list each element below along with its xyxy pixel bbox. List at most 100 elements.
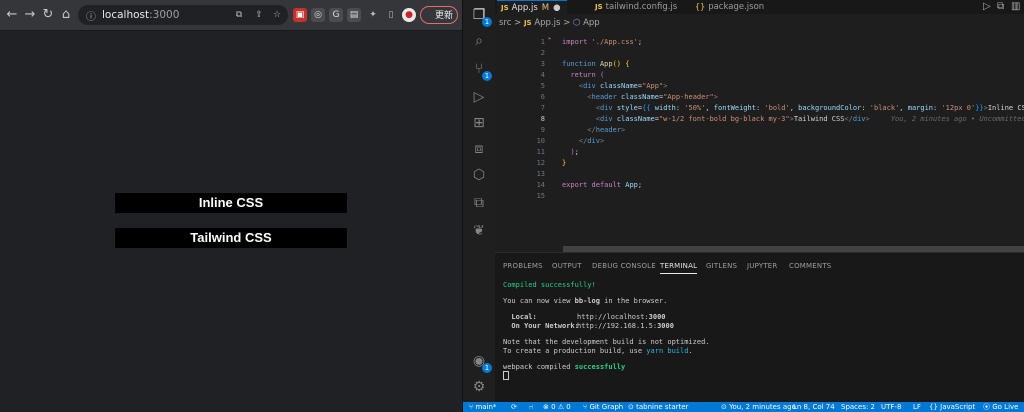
accounts-icon[interactable]: ◉ 1	[470, 352, 492, 373]
translate-icon[interactable]: ⧉	[232, 8, 246, 22]
extension-g-icon[interactable]: G	[329, 8, 343, 22]
tab-app-js[interactable]: JS App.js M ●	[497, 0, 567, 14]
line-number: 4	[540, 71, 545, 79]
browser-toolbar: ← → ↻ ⌂ ⓘ localhost:3000 ⧉ ⇪ ☆ ▣ ◎ G ▤ ✦…	[0, 0, 462, 31]
remote-explorer-icon[interactable]: ⧈	[470, 140, 488, 158]
tab-label: App.js	[511, 3, 538, 13]
accounts-badge: 1	[482, 363, 492, 373]
code-line: import './App.css';	[562, 38, 643, 46]
search-icon[interactable]: ⌕	[470, 32, 488, 50]
code-editor[interactable]: ▸ 1 2 3 4 5 6 7 8 9 10 11 12 13 14 15 im…	[495, 30, 1024, 252]
browser-window: ← → ↻ ⌂ ⓘ localhost:3000 ⧉ ⇪ ☆ ▣ ◎ G ▤ ✦…	[0, 0, 462, 412]
git-graph-status[interactable]: ⑂ Git Graph	[583, 402, 623, 412]
tabnine-status[interactable]: ⊙ tabnine starter	[628, 402, 688, 412]
tailwind-css-box: Tailwind CSS	[115, 228, 347, 248]
modified-badge: M	[541, 3, 550, 13]
update-button[interactable]: 更新 ⋮	[420, 6, 458, 24]
breadcrumb-folder[interactable]: src	[499, 18, 511, 28]
profile-avatar[interactable]: ●	[402, 8, 416, 22]
line-number: 8	[540, 115, 545, 123]
code-line: </header>	[587, 126, 626, 134]
terminal-line: Note that the development build is not o…	[503, 338, 710, 346]
js-file-icon: JS	[501, 4, 509, 12]
code-line: export default App;	[562, 181, 643, 189]
panel-tab-gitlens[interactable]: GITLENS	[706, 262, 737, 270]
run-debug-icon[interactable]: ▷	[470, 88, 488, 106]
extension-square-icon[interactable]: ▤	[347, 8, 361, 22]
extensions-icon[interactable]: ⊞	[470, 114, 488, 132]
code-line: );	[570, 148, 579, 156]
python-icon[interactable]: ⧉	[470, 194, 488, 212]
terminal-line: Local: http://localhost:3000	[503, 313, 666, 321]
problems-status[interactable]: ⊗ 0 ⚠ 0	[543, 402, 571, 412]
terminal-line: On Your Network: http://192.168.1.5:3000	[503, 322, 674, 330]
scm-badge: 1	[482, 71, 492, 81]
sync-icon[interactable]: ⟳	[511, 402, 517, 412]
extension-red-icon[interactable]: ▣	[293, 8, 307, 22]
page-viewport: Inline CSS Tailwind CSS	[0, 31, 462, 412]
settings-gear-icon[interactable]: ⚙	[470, 378, 488, 396]
line-number: 7	[540, 104, 545, 112]
share-icon[interactable]: ⇪	[252, 8, 266, 22]
tab-label: tailwind.config.js	[605, 2, 678, 12]
tab-package-json[interactable]: {} package.json	[695, 0, 764, 14]
live-share-icon[interactable]: ⑁	[529, 402, 533, 412]
go-live-button[interactable]: ⦿ Go Live	[983, 402, 1018, 412]
line-number: 5	[540, 82, 545, 90]
panel-tab-terminal[interactable]: TERMINAL	[660, 262, 698, 274]
language-mode[interactable]: {} JavaScript	[929, 402, 975, 412]
terminal-line: You can now view bb-log in the browser.	[503, 297, 668, 305]
line-ending[interactable]: LF	[913, 402, 921, 412]
code-line: function App() {	[562, 60, 630, 68]
site-info-icon[interactable]: ⓘ	[86, 8, 96, 23]
back-icon[interactable]: ←	[4, 7, 20, 23]
explorer-icon[interactable]: ❐ 1	[470, 6, 492, 27]
code-line: <div className="w-1/2 font-bold bg-black…	[562, 115, 1024, 123]
forward-icon[interactable]: →	[22, 7, 38, 23]
docker-icon[interactable]: ⬡	[470, 166, 488, 184]
source-control-icon[interactable]: ⑂ 1	[470, 60, 492, 81]
explorer-badge: 1	[482, 17, 492, 27]
mongodb-leaf-icon[interactable]: ❦	[470, 222, 488, 240]
breadcrumb: src > JS App.js > ⬡ App	[499, 16, 600, 30]
breadcrumb-file[interactable]: App.js	[534, 18, 560, 28]
code-line: </div>	[578, 137, 605, 145]
cursor-position[interactable]: Ln 8, Col 74	[793, 402, 835, 412]
extensions-puzzle-icon[interactable]: ✦	[366, 8, 380, 22]
unsaved-dot-icon[interactable]: ●	[553, 3, 560, 13]
panel-tab-output[interactable]: OUTPUT	[552, 262, 582, 270]
code-line: <header className="App-header">	[587, 93, 718, 101]
url-host: localhost	[102, 9, 150, 21]
editor-tabbar: JS App.js M ● JS tailwind.config.js {} packag…	[495, 0, 1024, 14]
home-icon[interactable]: ⌂	[58, 7, 74, 23]
compare-changes-icon[interactable]: ⧉	[997, 1, 1004, 12]
tab-tailwind-config[interactable]: JS tailwind.config.js	[595, 0, 677, 14]
panel-tab-jupyter[interactable]: JUPYTER	[747, 262, 778, 270]
panel-tab-debug-console[interactable]: DEBUG CONSOLE	[592, 262, 656, 270]
js-file-icon: JS	[595, 3, 603, 11]
blame-status[interactable]: ⊙ You, 2 minutes ago	[721, 402, 796, 412]
split-editor-icon[interactable]: ▥	[1011, 1, 1020, 12]
panel-tab-problems[interactable]: PROBLEMS	[503, 262, 543, 270]
terminal-line: webpack compiled successfully	[503, 363, 626, 371]
bottom-panel: PROBLEMS OUTPUT DEBUG CONSOLE TERMINAL G…	[495, 252, 1024, 403]
branch-status[interactable]: ⑂ main*	[469, 402, 496, 412]
git-change-marker: ▸	[548, 35, 552, 42]
run-file-icon[interactable]: ▷	[983, 1, 991, 12]
panel-tab-comments[interactable]: COMMENTS	[789, 262, 831, 270]
line-number: 2	[540, 49, 545, 57]
reload-icon[interactable]: ↻	[40, 7, 56, 23]
encoding[interactable]: UTF-8	[881, 402, 901, 412]
breadcrumb-sep: >	[514, 18, 522, 28]
indentation[interactable]: Spaces: 2	[841, 402, 875, 412]
code-line: <div style={{ width: '50%', fontWeight: …	[595, 104, 1024, 112]
extension-circle-icon[interactable]: ◎	[311, 8, 325, 22]
vscode-window: ❐ 1 ⌕ ⑂ 1 ▷ ⊞ ⧈ ⬡ ⧉ ❦ ◉ 1 ⚙ JS App.js M ● JS ta…	[462, 0, 1024, 412]
breadcrumb-symbol[interactable]: App	[583, 18, 600, 28]
sidepanel-icon[interactable]: ▯	[384, 8, 398, 22]
bookmark-star-icon[interactable]: ☆	[270, 8, 284, 22]
url-text: localhost:3000	[102, 9, 179, 21]
line-number: 14	[536, 181, 545, 189]
breadcrumb-sep: >	[563, 18, 571, 28]
terminal-cursor	[503, 371, 509, 380]
